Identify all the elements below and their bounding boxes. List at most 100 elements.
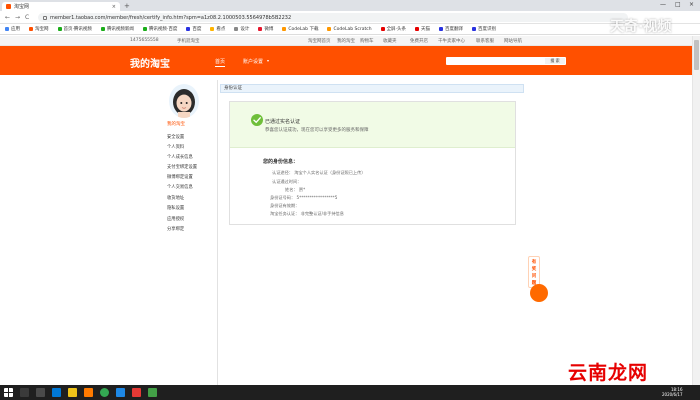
bookmark-label: 首页·腾讯视频 [63,27,92,32]
user-id-link[interactable]: 1475655558 [130,38,159,43]
my-taobao-link[interactable]: 我的淘宝 [337,38,355,44]
contact-service-link[interactable]: 联系客服 [476,38,494,44]
forward-button[interactable]: → [15,14,20,21]
cart-link[interactable]: 购物车 [360,38,374,44]
bookmark-item[interactable]: 腾讯视频·百度 [142,26,178,32]
bookmark-item[interactable]: 全屏·头条 [380,26,406,32]
sidebar-item-weibo[interactable]: 微博绑定设置 [167,174,193,180]
sidebar-item-trade[interactable]: 个人交易信息 [167,184,193,190]
bookmark-label: 全屏·头条 [386,27,406,32]
edge-icon[interactable] [52,388,61,397]
info-row-task: 淘宝任务认证： 非完整认证/非手持信息 [270,211,344,216]
bookmark-item[interactable]: 百度 [186,26,201,32]
bookmark-item[interactable]: 首页·腾讯视频 [57,26,92,32]
taskbar: 18:16 2020/6/17 [0,385,700,400]
bookmark-item[interactable]: CodeLab 下载 [282,26,318,32]
info-row-validity: 身份证有效期： [270,203,300,208]
my-taobao-logo[interactable]: 我的淘宝 [130,55,170,70]
check-icon [251,114,263,126]
app-icon[interactable] [84,388,93,397]
bookmark-item[interactable]: 百度识别 [472,26,496,32]
back-button[interactable]: ← [5,14,10,21]
info-title: 您的身份信息： [263,159,299,165]
bookmark-icon [282,27,287,31]
scroll-thumb[interactable] [694,40,699,70]
url-text: member1.taobao.com/member/fresh/certify_… [50,14,292,21]
nickname[interactable]: 我的淘宝 [167,121,185,127]
bookmark-label: 淘宝网 [35,27,49,32]
bookmark-icon [258,27,263,31]
search-button[interactable]: 搜 索 [545,58,565,64]
chrome-icon[interactable] [100,388,109,397]
info-row-method: 认证途径： 淘宝个人实名认证（身份证照已上传） [272,170,366,175]
close-tab-icon[interactable]: × [112,4,116,10]
mobile-taobao-link[interactable]: 手机逛淘宝 [177,38,200,44]
widget-char: 问 [531,274,537,279]
tab-title: 淘宝网 [14,4,30,10]
identity-card: 已通过实名认证 恭喜您认证成功，现在您可以享受更多的服务和保障 您的身份信息： … [229,101,516,225]
avatar[interactable] [169,84,199,118]
url-input[interactable]: member1.taobao.com/member/fresh/certify_… [38,13,628,22]
bookmark-item[interactable]: CodeLab Scratch [327,27,372,32]
bookmark-item[interactable]: 天猫 [415,26,430,32]
banner-title: 已通过实名认证 [265,119,301,125]
bookmark-label: 看点 [216,27,226,32]
page-scrollbar[interactable] [692,36,700,385]
favorites-link[interactable]: 收藏夹 [383,38,397,44]
widget-char: 有 [531,260,537,265]
site-top-bar: 1475655558 手机逛淘宝 淘宝网首页 我的淘宝 购物车 收藏夹 免费开店… [0,36,692,46]
bookmark-label: 设计 [240,27,250,32]
reload-button[interactable]: C [25,14,29,21]
windows-start-icon[interactable] [4,388,13,397]
maximize-button[interactable]: □ [675,1,681,8]
sidebar-item-address[interactable]: 收货地址 [167,195,184,201]
sidebar-item-growth[interactable]: 个人成长信息 [167,154,193,160]
search-icon[interactable] [20,388,29,397]
sidebar-item-share[interactable]: 分享绑定 [167,226,184,232]
taskbar-clock[interactable]: 18:16 2020/6/17 [662,387,683,397]
task-view-icon[interactable] [36,388,45,397]
bookmark-icon [327,27,332,31]
taobao-home-link[interactable]: 淘宝网首页 [308,38,331,44]
seller-center-link[interactable]: 千牛卖家中心 [438,38,465,44]
nav-home[interactable]: 首页 [215,58,226,67]
bookmark-icon [57,27,62,31]
bookmark-icon [210,27,215,31]
bookmark-icon [380,27,385,31]
app-icon[interactable] [116,388,125,397]
page-header: 我的淘宝 首页 账户设置 ▾ 搜 索 [0,46,692,75]
bookmark-icon [234,27,239,31]
info-row-id-number: 身份证号码： 5*****************5 [270,195,338,200]
close-window-button[interactable]: × [689,1,694,8]
sidebar-item-profile[interactable]: 个人资料 [167,144,184,150]
nav-account-settings[interactable]: 账户设置 [243,58,263,65]
feedback-widget[interactable]: 有 奖 问 题 [527,256,552,318]
site-nav-link[interactable]: 网站导航 [504,38,522,44]
app-icon[interactable] [132,388,141,397]
bookmark-item[interactable]: 百度翻译 [439,26,463,32]
new-tab-button[interactable]: + [124,2,130,10]
sidebar-divider [217,80,218,385]
sidebar-item-security[interactable]: 安全设置 [167,134,184,140]
sidebar-item-alipay[interactable]: 支付宝绑定设置 [167,164,197,170]
bookmark-label: 百度识别 [478,27,496,32]
app-icon[interactable] [148,388,157,397]
bookmark-item[interactable]: 微博 [258,26,273,32]
bookmark-icon [186,27,191,31]
bookmark-label: CodeLab 下载 [288,27,319,32]
search-input[interactable]: 搜 索 [446,57,566,65]
open-shop-link[interactable]: 免费开店 [410,38,428,44]
bookmark-item[interactable]: 淘宝网 [29,26,49,32]
minimize-button[interactable]: — [660,1,666,8]
sidebar-item-privacy[interactable]: 隐私设置 [167,205,184,211]
bookmark-item[interactable]: 设计 [234,26,249,32]
bookmark-label: 天猫 [421,27,430,32]
file-explorer-icon[interactable] [68,388,77,397]
browser-tab[interactable]: 淘宝网 × [2,2,120,11]
bookmark-item[interactable]: 腾讯视频新闻 [100,26,134,32]
bookmark-item[interactable]: 看点 [210,26,225,32]
bookmark-item[interactable]: 应用 [5,26,20,32]
sidebar-item-authorization[interactable]: 应用授权 [167,216,184,222]
bookmark-label: 腾讯视频·百度 [148,27,178,32]
bookmark-label: 应用 [11,27,20,32]
